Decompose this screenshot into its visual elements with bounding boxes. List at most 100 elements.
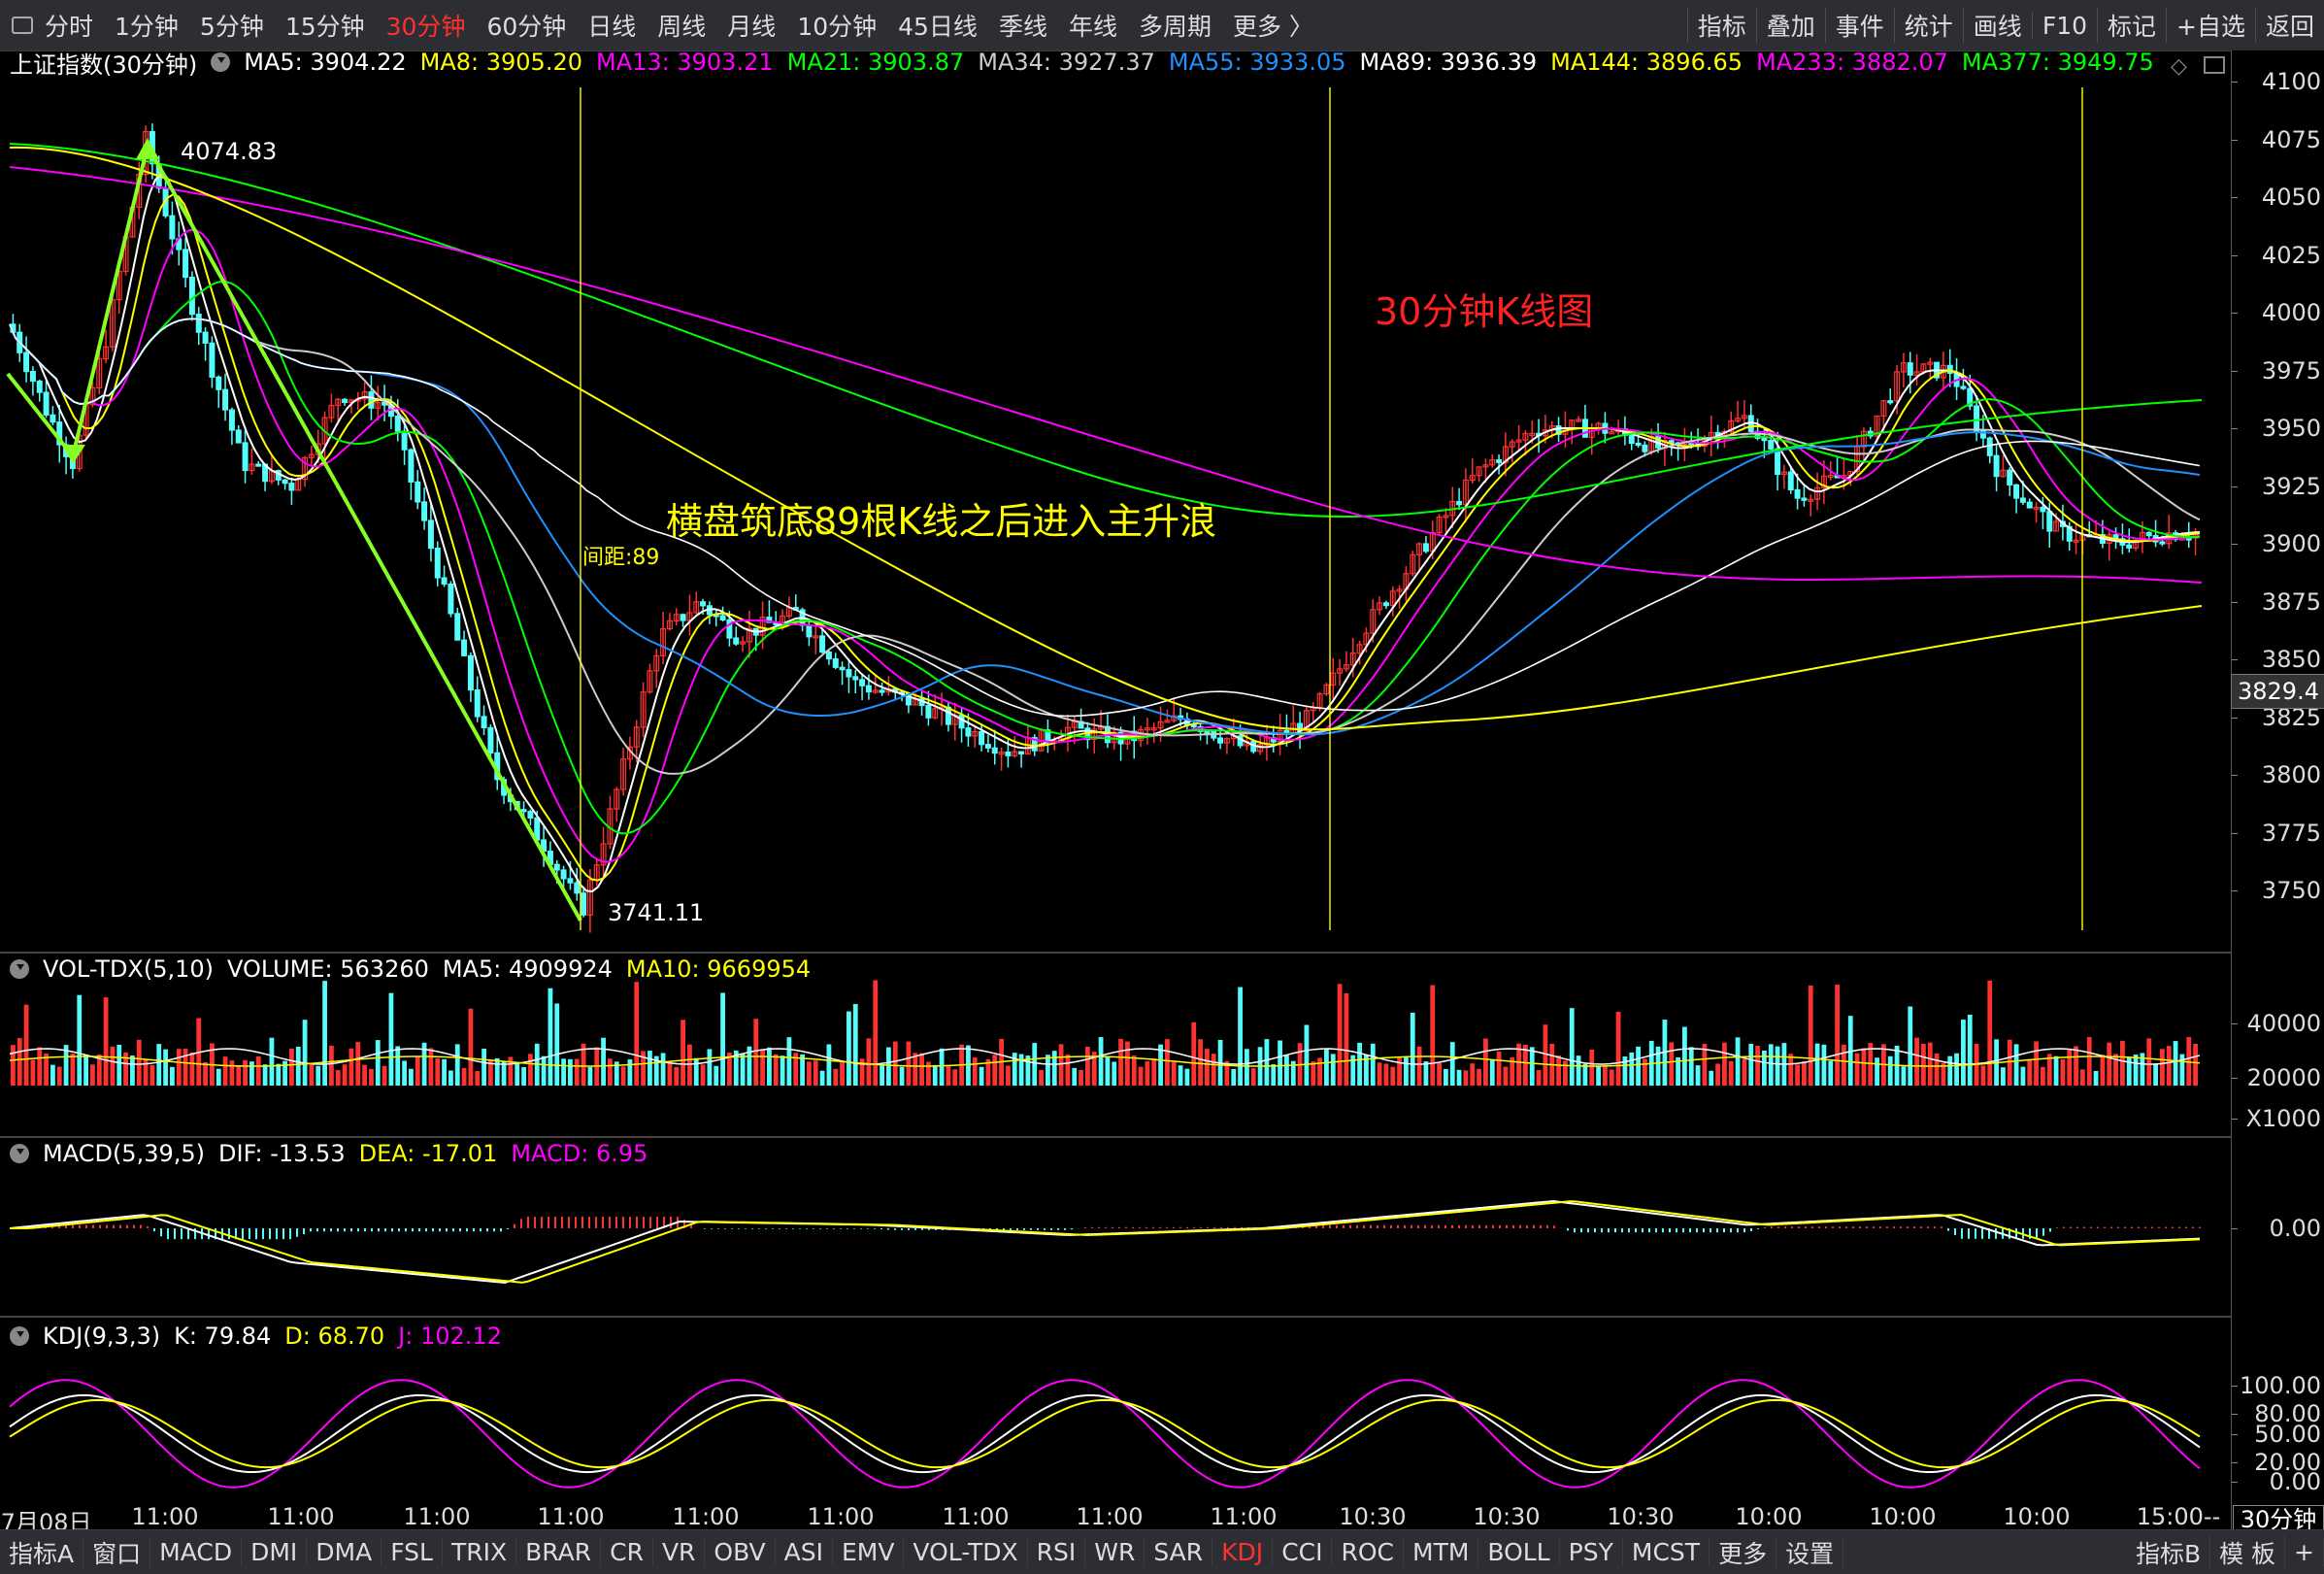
candle: [1768, 440, 1775, 450]
volume-bar: [1058, 1044, 1064, 1086]
period-tab[interactable]: 10分钟: [797, 8, 877, 43]
candle: [2159, 541, 2166, 545]
period-tab[interactable]: 多周期: [1139, 8, 1212, 43]
indicator-tab[interactable]: BOLL: [1478, 1538, 1560, 1566]
volume-bar: [315, 1065, 321, 1086]
period-tab[interactable]: 15分钟: [285, 8, 365, 43]
tool-button[interactable]: 标记: [2097, 8, 2166, 43]
period-tab[interactable]: 1分钟: [115, 8, 179, 43]
tick-mark: [2232, 890, 2238, 891]
volume-bar: [1131, 1055, 1137, 1086]
tool-button[interactable]: +自选: [2166, 8, 2255, 43]
volume-bar: [693, 1057, 699, 1086]
indicator-tab[interactable]: OBV: [705, 1538, 776, 1566]
period-tab[interactable]: 5分钟: [200, 8, 264, 43]
volume-bar: [1032, 1043, 1038, 1086]
tool-button[interactable]: 返回: [2254, 8, 2324, 43]
volume-bar: [1927, 1042, 1933, 1086]
indicator-tab[interactable]: CCI: [1273, 1538, 1333, 1566]
volume-bar: [1961, 1020, 1966, 1086]
candle: [188, 276, 195, 316]
indicator-tab[interactable]: ASI: [776, 1538, 833, 1566]
panel-divider[interactable]: [0, 1316, 2231, 1318]
candle: [1422, 543, 1429, 553]
volume-tick: 20000: [2246, 1064, 2321, 1091]
period-tab[interactable]: 月线: [727, 8, 776, 43]
indicator-tab[interactable]: MCST: [1623, 1538, 1710, 1566]
indicator-tab[interactable]: 窗口: [83, 1534, 151, 1570]
volume-bar: [687, 1044, 692, 1086]
indicator-tabs: 指标A 窗口 MACD DMI DMA FSL TRIX BRAR CR VR OBV ASI EMV V…: [0, 1529, 2324, 1574]
period-tab[interactable]: 30分钟: [386, 8, 466, 43]
settings-icon[interactable]: [10, 1144, 29, 1163]
volume-bar: [2053, 1055, 2059, 1086]
indicator-tab[interactable]: DMA: [307, 1538, 382, 1566]
indicator-tab[interactable]: KDJ: [1212, 1538, 1274, 1566]
volume-bar: [375, 1040, 381, 1086]
time-tick: 10:00: [1869, 1503, 1937, 1530]
indicator-tab-right-item[interactable]: 指标B: [2127, 1534, 2211, 1570]
indicator-tab[interactable]: 指标A: [0, 1534, 84, 1570]
period-tab[interactable]: 分时: [45, 8, 93, 43]
indicator-tab[interactable]: ROC: [1332, 1538, 1404, 1566]
volume-bar: [170, 1066, 175, 1086]
candle: [1974, 405, 1980, 432]
volume-bar: [2107, 1042, 2112, 1086]
period-tab[interactable]: 季线: [999, 8, 1047, 43]
indicator-tab[interactable]: RSI: [1028, 1538, 1086, 1566]
indicator-tab[interactable]: 更多: [1710, 1534, 1777, 1570]
indicator-tab[interactable]: BRAR: [516, 1538, 602, 1566]
indicator-tab-right-item[interactable]: 模 板: [2210, 1534, 2286, 1570]
tool-button[interactable]: 事件: [1824, 8, 1894, 43]
volume-bar: [1589, 1049, 1595, 1086]
indicator-tab-right-item[interactable]: +: [2285, 1538, 2324, 1566]
kdj-j: J: 102.12: [398, 1323, 502, 1350]
indicator-tab[interactable]: VOL-TDX: [904, 1538, 1028, 1566]
time-tick: 10:30: [1607, 1503, 1675, 1530]
price-tick: 4075: [2261, 125, 2321, 153]
settings-icon[interactable]: [10, 959, 29, 979]
period-tab[interactable]: 45日线: [898, 8, 978, 43]
volume-bar: [1430, 985, 1436, 1086]
settings-icon[interactable]: [10, 1326, 29, 1346]
tool-button[interactable]: 叠加: [1755, 8, 1825, 43]
tool-button[interactable]: 指标: [1686, 8, 1756, 43]
period-tab[interactable]: 更多 〉: [1233, 8, 1313, 43]
volume-bar: [574, 1058, 580, 1086]
candle: [1794, 488, 1801, 499]
volume-bar: [183, 1049, 188, 1086]
indicator-tab[interactable]: VR: [653, 1538, 706, 1566]
candle: [925, 704, 932, 719]
volume-bar: [37, 1047, 43, 1086]
period-tab[interactable]: 年线: [1069, 8, 1117, 43]
indicator-tab[interactable]: FSL: [382, 1538, 443, 1566]
indicator-tab[interactable]: SAR: [1145, 1538, 1213, 1566]
indicator-tab[interactable]: CR: [601, 1538, 653, 1566]
window-toggle-icon[interactable]: [12, 17, 33, 34]
indicator-tab[interactable]: WR: [1085, 1538, 1145, 1566]
volume-bar: [952, 1069, 958, 1086]
tool-button[interactable]: 统计: [1893, 8, 1963, 43]
indicator-tab[interactable]: 设置: [1776, 1534, 1844, 1570]
indicator-tab[interactable]: MACD: [150, 1538, 243, 1566]
volume-bar: [415, 1055, 420, 1086]
chart-area[interactable]: [0, 50, 2231, 1529]
tool-button[interactable]: F10: [2031, 11, 2097, 40]
kdj-title: KDJ(9,3,3): [43, 1323, 161, 1350]
period-tab[interactable]: 日线: [587, 8, 636, 43]
tick-mark: [2232, 1228, 2238, 1229]
volume-bar: [1967, 1015, 1973, 1086]
indicator-tab[interactable]: TRIX: [443, 1538, 517, 1566]
period-tab[interactable]: 60分钟: [486, 8, 566, 43]
indicator-tab[interactable]: MTM: [1404, 1538, 1479, 1566]
time-tick: 11:00: [537, 1503, 605, 1530]
indicator-tab[interactable]: PSY: [1560, 1538, 1623, 1566]
volume-bar: [1695, 1065, 1701, 1086]
indicator-tab[interactable]: EMV: [833, 1538, 905, 1566]
indicator-tab[interactable]: DMI: [242, 1538, 308, 1566]
volume-bar: [1489, 1059, 1495, 1086]
volume-bar: [1934, 1054, 1940, 1086]
tick-mark: [2232, 1414, 2238, 1415]
tool-button[interactable]: 画线: [1962, 8, 2032, 43]
period-tab[interactable]: 周线: [657, 8, 706, 43]
